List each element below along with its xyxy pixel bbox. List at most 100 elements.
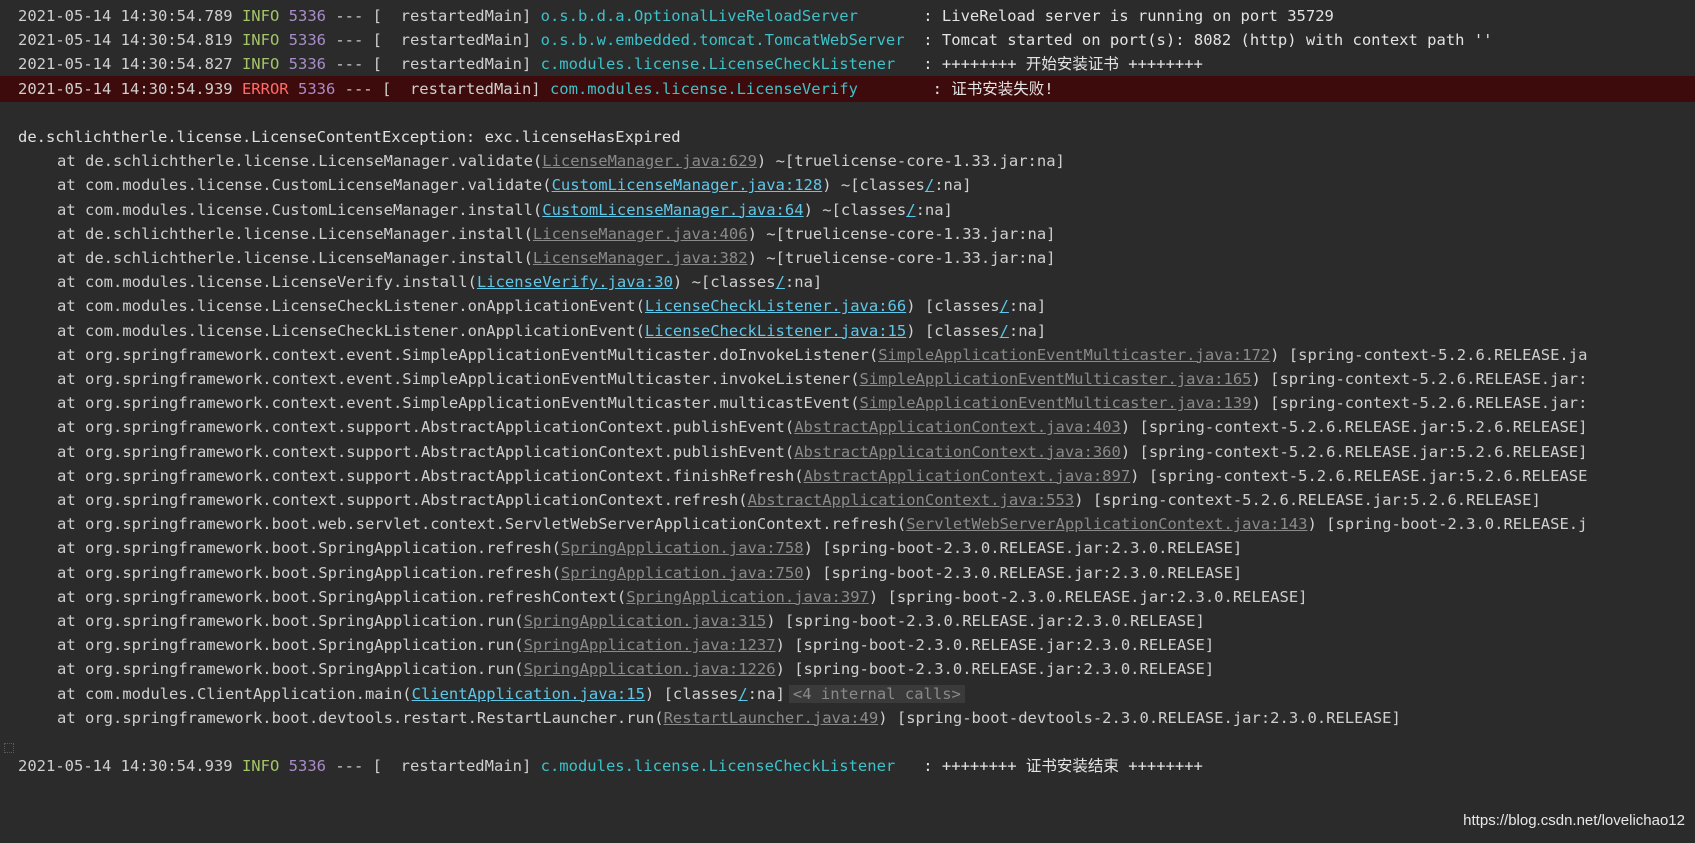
log-level: INFO [232, 31, 280, 50]
frame-jar: ) [spring-boot-2.3.0.RELEASE.j [1307, 515, 1588, 534]
log-message: : LiveReload server is running on port 3… [913, 7, 1334, 25]
frame-source-link[interactable]: AbstractApplicationContext.java:553 [748, 491, 1075, 509]
frame-source-link[interactable]: SpringApplication.java:315 [524, 612, 767, 630]
exception-message: de.schlichtherle.license.LicenseContentE… [18, 128, 681, 146]
frame-classes-link[interactable]: / [1000, 322, 1009, 340]
frame-tail: :na] [934, 176, 972, 195]
log-message: : ++++++++ 证书安装结束 ++++++++ [913, 757, 1203, 776]
frame-tail: :na] [784, 273, 823, 292]
frame-method: at org.springframework.boot.SpringApplic… [57, 539, 561, 558]
line-content: at org.springframework.context.support.A… [57, 439, 1587, 465]
line-content: at org.springframework.context.event.Sim… [57, 366, 1587, 392]
log-thread: restartedMain] [391, 79, 541, 98]
frame-tail: :na] [1008, 297, 1047, 316]
frame-source-link[interactable]: CustomLicenseManager.java:128 [552, 176, 823, 194]
stack-frame: at com.modules.license.CustomLicenseMana… [0, 197, 1695, 223]
console-output[interactable]: 2021-05-14 14:30:54.789 INFO 5336 --- [ … [0, 0, 1695, 843]
frame-source-link[interactable]: SpringApplication.java:750 [561, 564, 804, 582]
log-logger: o.s.b.d.a.OptionalLiveReloadServer [540, 7, 914, 25]
line-content: 2021-05-14 14:30:54.939 INFO 5336 --- [ … [18, 753, 1203, 779]
frame-method: at org.springframework.context.event.Sim… [57, 394, 860, 413]
log-line: 2021-05-14 14:30:54.827 INFO 5336 --- [ … [0, 51, 1695, 77]
stack-frame: at org.springframework.context.event.Sim… [0, 366, 1695, 392]
log-timestamp: 2021-05-14 14:30:54.827 [18, 55, 233, 74]
frame-jar: ) ~[classes [672, 273, 776, 292]
line-content: at org.springframework.boot.SpringApplic… [57, 608, 1205, 634]
frame-method: at org.springframework.context.support.A… [57, 418, 795, 437]
frame-method: at com.modules.license.LicenseCheckListe… [57, 321, 645, 340]
watermark: https://blog.csdn.net/lovelichao12 [1463, 812, 1685, 829]
log-thread: restartedMain] [381, 31, 532, 50]
line-content: at com.modules.license.LicenseVerify.ins… [57, 269, 822, 295]
frame-source-link[interactable]: AbstractApplicationContext.java:360 [794, 443, 1121, 461]
frame-jar: ) [spring-context-5.2.6.RELEASE.jar:5.2.… [1120, 442, 1588, 461]
log-logger: c.modules.license.LicenseCheckListener [540, 757, 914, 776]
frame-source-link[interactable]: SimpleApplicationEventMulticaster.java:1… [860, 370, 1252, 388]
frame-jar: ) [spring-boot-2.3.0.RELEASE.jar:2.3.0.R… [803, 563, 1243, 582]
log-separator: --- [ [325, 7, 382, 25]
frame-tail: :na] [1008, 321, 1047, 340]
line-content: at com.modules.license.CustomLicenseMana… [57, 197, 953, 223]
line-content: at org.springframework.boot.devtools.res… [57, 705, 1401, 731]
log-level: INFO [232, 757, 280, 776]
frame-jar: ) ~[classes [822, 176, 925, 195]
line-content: at org.springframework.context.event.Sim… [57, 390, 1587, 416]
log-timestamp: 2021-05-14 14:30:54.819 [18, 31, 233, 50]
stack-frame: at org.springframework.boot.SpringApplic… [0, 584, 1695, 610]
stack-frame: at org.springframework.context.event.Sim… [0, 390, 1695, 416]
frame-source-link[interactable]: LicenseCheckListener.java:15 [645, 322, 906, 340]
log-level: INFO [232, 55, 280, 74]
log-timestamp: 2021-05-14 14:30:54.789 [18, 7, 233, 25]
frame-method: at org.springframework.boot.devtools.res… [57, 708, 664, 727]
frame-jar: ) [classes [906, 321, 1000, 340]
line-content: at com.modules.license.LicenseCheckListe… [57, 318, 1046, 344]
internal-calls-fold[interactable]: <4 internal calls> [788, 684, 965, 703]
frame-source-link[interactable]: ServletWebServerApplicationContext.java:… [906, 515, 1307, 533]
frame-classes-link[interactable]: / [925, 176, 934, 194]
frame-method: at org.springframework.context.event.Sim… [57, 345, 879, 364]
frame-classes-link[interactable]: / [906, 201, 915, 219]
frame-source-link[interactable]: CustomLicenseManager.java:64 [542, 201, 803, 219]
frame-source-link[interactable]: SpringApplication.java:397 [626, 588, 869, 606]
frame-source-link[interactable]: LicenseManager.java:629 [542, 152, 757, 170]
frame-source-link[interactable]: SimpleApplicationEventMulticaster.java:1… [878, 346, 1270, 364]
log-level: ERROR [232, 79, 289, 98]
frame-classes-link[interactable]: / [776, 273, 785, 291]
frame-source-link[interactable]: SpringApplication.java:758 [561, 539, 804, 557]
line-content: at de.schlichtherle.license.LicenseManag… [57, 148, 1065, 174]
frame-source-link[interactable]: RestartLauncher.java:49 [664, 709, 879, 727]
frame-classes-link[interactable]: / [1000, 297, 1009, 315]
frame-source-link[interactable]: ClientApplication.java:15 [412, 685, 645, 703]
frame-jar: ) [spring-boot-2.3.0.RELEASE.jar:2.3.0.R… [803, 539, 1243, 558]
fold-gutter-icon[interactable] [4, 743, 14, 753]
frame-method: at com.modules.license.CustomLicenseMana… [57, 176, 552, 195]
frame-method: at org.springframework.boot.SpringApplic… [57, 636, 524, 655]
line-content: at org.springframework.boot.web.servlet.… [57, 511, 1587, 537]
frame-jar: ) [spring-context-5.2.6.RELEASE.ja [1270, 345, 1588, 364]
stack-frame: at de.schlichtherle.license.LicenseManag… [0, 245, 1695, 271]
line-content: 2021-05-14 14:30:54.819 INFO 5336 --- [ … [18, 27, 1493, 53]
frame-method: at org.springframework.context.support.A… [57, 442, 795, 461]
frame-jar: ) [spring-boot-devtools-2.3.0.RELEASE.ja… [878, 708, 1401, 727]
frame-source-link[interactable]: AbstractApplicationContext.java:403 [794, 418, 1121, 436]
frame-source-link[interactable]: LicenseManager.java:406 [533, 225, 748, 243]
frame-source-link[interactable]: SpringApplication.java:1226 [524, 660, 776, 678]
frame-method: at com.modules.license.CustomLicenseMana… [57, 200, 543, 219]
line-content: at com.modules.ClientApplication.main(Cl… [57, 681, 965, 707]
frame-source-link[interactable]: LicenseCheckListener.java:66 [645, 297, 906, 315]
frame-source-link[interactable]: SpringApplication.java:1237 [524, 636, 776, 654]
stack-frame: at com.modules.ClientApplication.main(Cl… [0, 681, 1695, 707]
log-separator: --- [ [325, 31, 382, 50]
line-content: at org.springframework.boot.SpringApplic… [57, 560, 1242, 586]
frame-jar: ) ~[truelicense-core-1.33.jar:na] [747, 249, 1056, 267]
frame-source-link[interactable]: AbstractApplicationContext.java:897 [804, 467, 1131, 485]
frame-classes-link[interactable]: / [738, 685, 747, 703]
line-content: de.schlichtherle.license.LicenseContentE… [18, 124, 681, 150]
frame-source-link[interactable]: SimpleApplicationEventMulticaster.java:1… [860, 394, 1252, 412]
stack-frame: at org.springframework.context.support.A… [0, 414, 1695, 440]
stack-frame: at org.springframework.context.support.A… [0, 487, 1695, 513]
frame-source-link[interactable]: LicenseManager.java:382 [533, 249, 748, 267]
frame-jar: ) [spring-context-5.2.6.RELEASE.jar: [1251, 394, 1588, 413]
stack-frame: at org.springframework.boot.devtools.res… [0, 705, 1695, 731]
frame-source-link[interactable]: LicenseVerify.java:30 [477, 273, 673, 291]
